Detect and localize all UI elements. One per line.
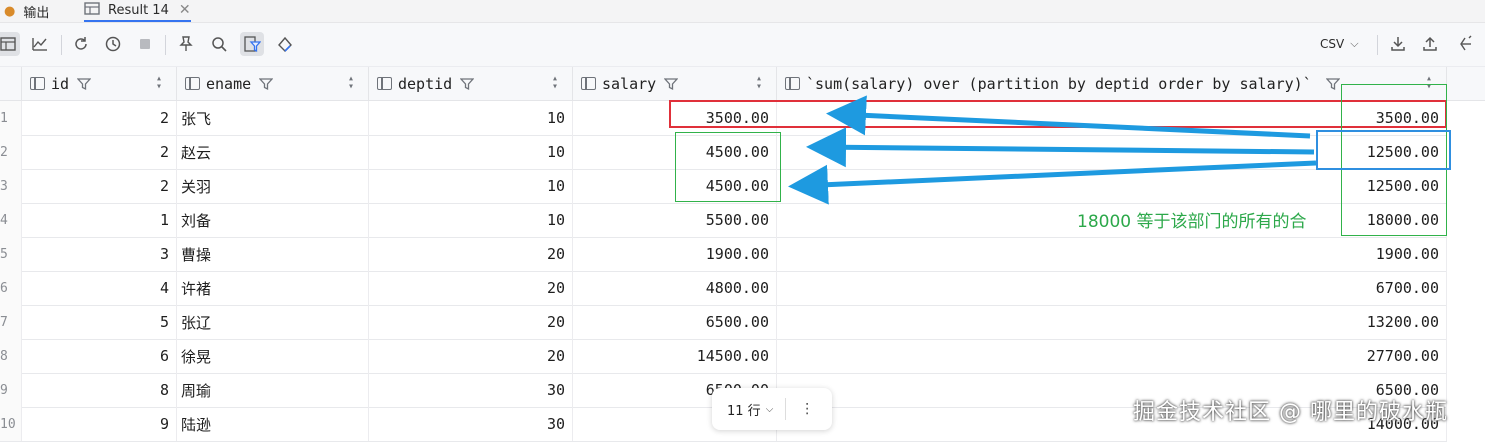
- row-count-pager[interactable]: 11 行 ⌵ ⋮: [712, 388, 832, 430]
- watermark: 掘金技术社区 @ 哪里的破水瓶: [1133, 400, 1448, 425]
- arrow-icon: [826, 95, 1311, 139]
- row-count-label: 11 行: [727, 403, 761, 419]
- pager-divider: [785, 398, 787, 420]
- more-options-icon[interactable]: ⋮: [800, 401, 814, 417]
- annotation-note: 18000 等于该部门的所有的合: [1077, 212, 1307, 232]
- arrow-icon: [806, 127, 1315, 168]
- chevron-down-icon: ⌵: [765, 403, 774, 415]
- arrow-icon: [788, 160, 1317, 205]
